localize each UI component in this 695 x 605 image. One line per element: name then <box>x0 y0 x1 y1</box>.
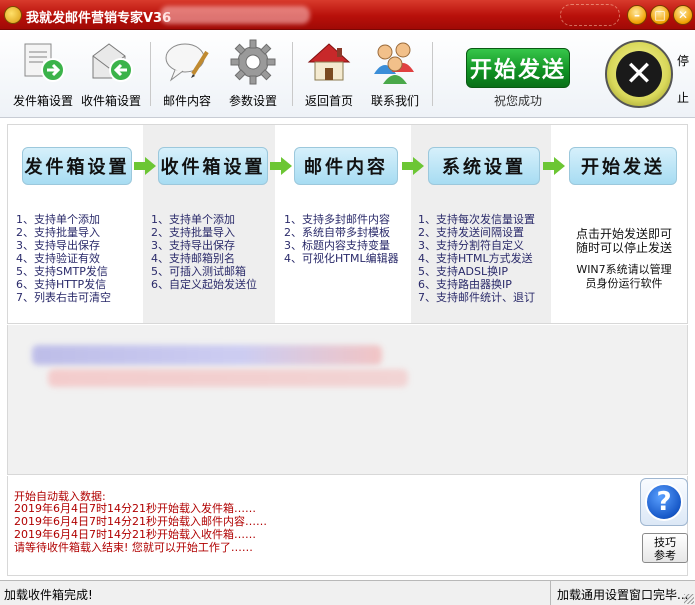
list-item: 1、支持单个添加 <box>151 213 235 226</box>
sender-settings-label: 发件箱设置 <box>12 94 73 108</box>
sender-settings-button[interactable]: 发件箱设置 <box>8 36 78 112</box>
step-sender-settings[interactable]: 发件箱设置 <box>22 147 132 185</box>
list-item: 5、可插入测试邮箱 <box>151 265 246 278</box>
step-inbox-settings[interactable]: 收件箱设置 <box>158 147 268 185</box>
log-line: 请等待收件箱载入结束! 您就可以开始工作了…… <box>14 541 253 554</box>
x-icon: ✕ <box>616 51 662 97</box>
arrow-icon <box>402 157 424 175</box>
help-button[interactable]: ? <box>640 478 688 526</box>
inbox-features-list: 1、支持单个添加 2、支持批量导入 3、支持导出保存 4、支持邮箱别名 5、可插… <box>151 213 257 291</box>
mail-content-label: 邮件内容 <box>162 94 211 108</box>
note-line: WIN7系统请以管理 <box>576 263 672 276</box>
list-item: 1、支持多封邮件内容 <box>284 213 390 226</box>
list-item: 6、支持路由器换IP <box>418 278 512 291</box>
start-note: 点击开始发送即可 随时可以停止发送 <box>568 227 680 255</box>
note-line: 员身份运行软件 <box>585 277 663 290</box>
gear-icon <box>229 38 277 86</box>
content-features-list: 1、支持多封邮件内容 2、系统自带多封模板 3、标题内容支持变量 4、可视化HT… <box>284 213 399 265</box>
list-item: 4、支持邮箱别名 <box>151 252 235 265</box>
list-item: 2、系统自带多封模板 <box>284 226 390 239</box>
window-title: 我就发邮件营销专家V36 <box>26 11 172 26</box>
close-button[interactable]: ✕ <box>673 5 693 25</box>
log-line: 2019年6月4日7时14分21秒开始载入邮件内容…… <box>14 515 267 528</box>
stop-label-bottom: 止 <box>677 91 690 105</box>
home-icon <box>305 38 353 86</box>
title-decoration <box>560 4 620 26</box>
contact-us-button[interactable]: 联系我们 <box>360 36 430 112</box>
contact-us-label: 联系我们 <box>370 94 419 108</box>
question-icon: ? <box>645 483 683 521</box>
toolbar-divider <box>292 42 293 106</box>
parameter-settings-button[interactable]: 参数设置 <box>218 36 288 112</box>
inbox-settings-button[interactable]: 收件箱设置 <box>76 36 146 112</box>
stop-button[interactable]: ✕ <box>605 40 673 108</box>
app-logo-icon <box>4 6 22 24</box>
list-item: 2、支持发送间隔设置 <box>418 226 524 239</box>
start-subtitle: 祝您成功 <box>493 94 542 108</box>
list-item: 4、可视化HTML编辑器 <box>284 252 399 265</box>
win7-note: WIN7系统请以管理 员身份运行软件 <box>568 263 680 291</box>
stop-label-top: 停 <box>677 54 690 68</box>
minimize-button[interactable]: – <box>627 5 647 25</box>
tips-label: 技巧 <box>654 536 676 549</box>
log-lines: 2019年6月4日7时14分21秒开始载入发件箱…… 2019年6月4日7时14… <box>14 502 267 554</box>
redacted-text <box>32 345 382 365</box>
resize-grip[interactable] <box>684 594 694 604</box>
people-icon <box>371 38 419 86</box>
announcement-area <box>7 325 688 475</box>
note-line: 点击开始发送即可 <box>575 227 672 241</box>
status-bar: 加载收件箱完成! 加载通用设置窗口完毕... <box>0 580 695 605</box>
step-start-sending[interactable]: 开始发送 <box>569 147 677 185</box>
inbox-envelope-icon <box>87 38 135 86</box>
inbox-settings-label: 收件箱设置 <box>80 94 141 108</box>
toolbar: 发件箱设置 收件箱设置 邮件内容 参数设置 返回首页 联系我们 开始发送 祝您成… <box>0 30 695 118</box>
workflow-panel: 发件箱设置 收件箱设置 邮件内容 系统设置 开始发送 1、支持单个添加 2、支持… <box>7 124 688 324</box>
redacted-text <box>48 369 408 387</box>
start-sending-button[interactable]: 开始发送 <box>466 48 570 88</box>
title-bar: 我就发邮件营销专家V36 – □ ✕ <box>0 0 695 30</box>
note-line: 随时可以停止发送 <box>575 241 672 255</box>
arrow-icon <box>270 157 292 175</box>
list-item: 5、支持SMTP发信 <box>16 265 108 278</box>
redacted-title-region <box>160 6 310 24</box>
step-mail-content[interactable]: 邮件内容 <box>294 147 398 185</box>
arrow-icon <box>134 157 156 175</box>
list-item: 3、支持导出保存 <box>16 239 100 252</box>
list-item: 7、支持邮件统计、退订 <box>418 291 535 304</box>
home-button[interactable]: 返回首页 <box>294 36 364 112</box>
log-line: 2019年6月4日7时14分21秒开始载入收件箱…… <box>14 528 256 541</box>
toolbar-divider <box>432 42 433 106</box>
list-item: 4、支持验证有效 <box>16 252 100 265</box>
status-right: 加载通用设置窗口完毕... <box>550 581 695 605</box>
speech-bubble-pen-icon <box>163 38 211 86</box>
home-label: 返回首页 <box>304 94 353 108</box>
step-system-settings[interactable]: 系统设置 <box>428 147 540 185</box>
parameter-settings-label: 参数设置 <box>228 94 277 108</box>
sender-features-list: 1、支持单个添加 2、支持批量导入 3、支持导出保存 4、支持验证有效 5、支持… <box>16 213 111 304</box>
list-item: 3、标题内容支持变量 <box>284 239 390 252</box>
list-item: 3、支持导出保存 <box>151 239 235 252</box>
tips-label: 参考 <box>654 549 676 562</box>
toolbar-divider <box>150 42 151 106</box>
status-left: 加载收件箱完成! <box>4 588 93 602</box>
mail-content-button[interactable]: 邮件内容 <box>152 36 222 112</box>
maximize-button[interactable]: □ <box>650 5 670 25</box>
list-item: 7、列表右击可清空 <box>16 291 111 304</box>
list-item: 1、支持单个添加 <box>16 213 100 226</box>
sender-envelope-icon <box>19 38 67 86</box>
list-item: 2、支持批量导入 <box>16 226 100 239</box>
list-item: 1、支持每次发信量设置 <box>418 213 535 226</box>
list-item: 4、支持HTML方式发送 <box>418 252 533 265</box>
list-item: 2、支持批量导入 <box>151 226 235 239</box>
list-item: 3、支持分割符自定义 <box>418 239 524 252</box>
list-item: 6、自定义起始发送位 <box>151 278 257 291</box>
log-line: 2019年6月4日7时14分21秒开始载入发件箱…… <box>14 502 256 515</box>
list-item: 5、支持ADSL换IP <box>418 265 508 278</box>
arrow-icon <box>543 157 565 175</box>
list-item: 6、支持HTTP发信 <box>16 278 107 291</box>
tips-button[interactable]: 技巧 参考 <box>642 533 688 563</box>
system-features-list: 1、支持每次发信量设置 2、支持发送间隔设置 3、支持分割符自定义 4、支持HT… <box>418 213 535 304</box>
log-panel: 开始自动载入数据: 2019年6月4日7时14分21秒开始载入发件箱…… 201… <box>7 476 688 576</box>
